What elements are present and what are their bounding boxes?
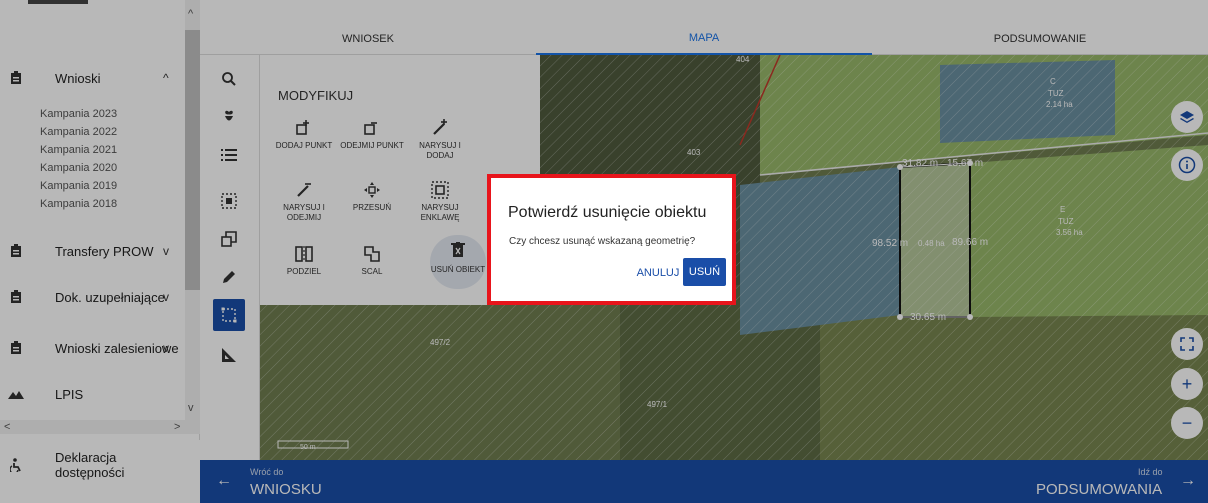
dialog-message: Czy chcesz usunąć wskazaną geometrię? bbox=[509, 236, 696, 247]
dialog-title: Potwierdź usunięcie obiektu bbox=[508, 204, 707, 221]
confirm-delete-button[interactable]: USUŃ bbox=[683, 258, 726, 286]
cancel-button[interactable]: ANULUJ bbox=[636, 262, 680, 284]
